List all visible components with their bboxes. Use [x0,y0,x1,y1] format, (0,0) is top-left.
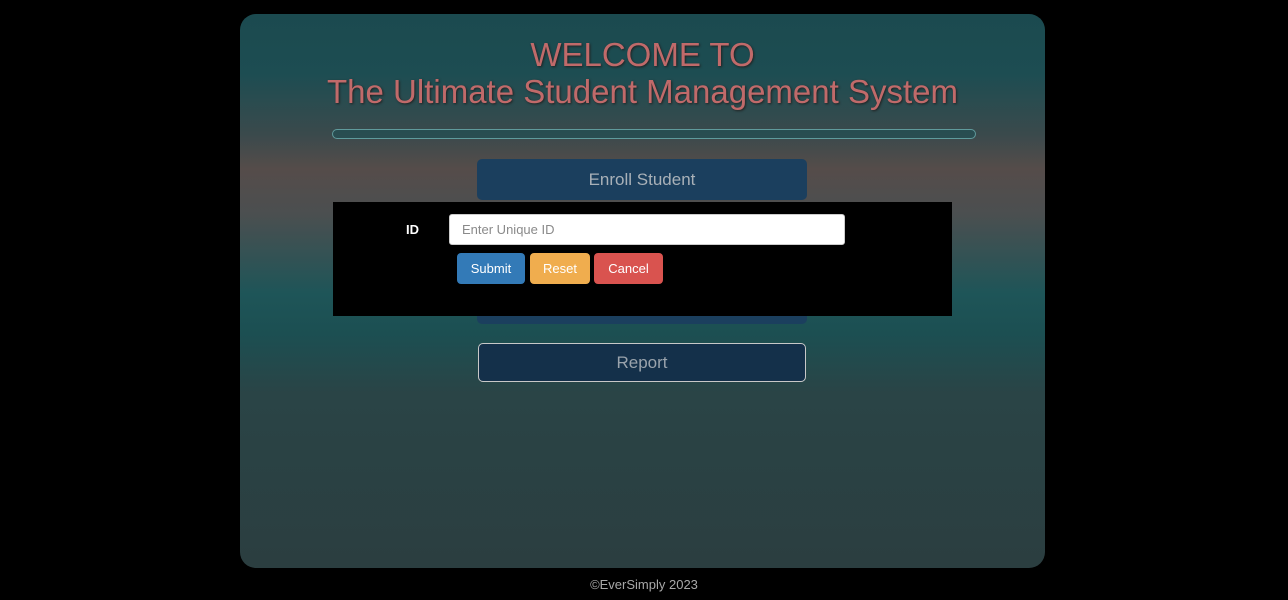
unique-id-input[interactable] [449,214,845,245]
app-title: The Ultimate Student Management System [327,73,958,110]
reset-button[interactable]: Reset [530,253,590,284]
enroll-student-button[interactable]: Enroll Student [477,159,807,200]
welcome-heading: WELCOME TO [530,36,755,73]
header-divider [332,129,976,139]
footer-copyright: ©EverSimply 2023 [590,577,698,592]
id-entry-dialog: ID Submit Reset Cancel [333,202,952,316]
id-label: ID [406,222,419,237]
report-button[interactable]: Report [478,343,806,382]
submit-button[interactable]: Submit [457,253,525,284]
cancel-button[interactable]: Cancel [594,253,663,284]
